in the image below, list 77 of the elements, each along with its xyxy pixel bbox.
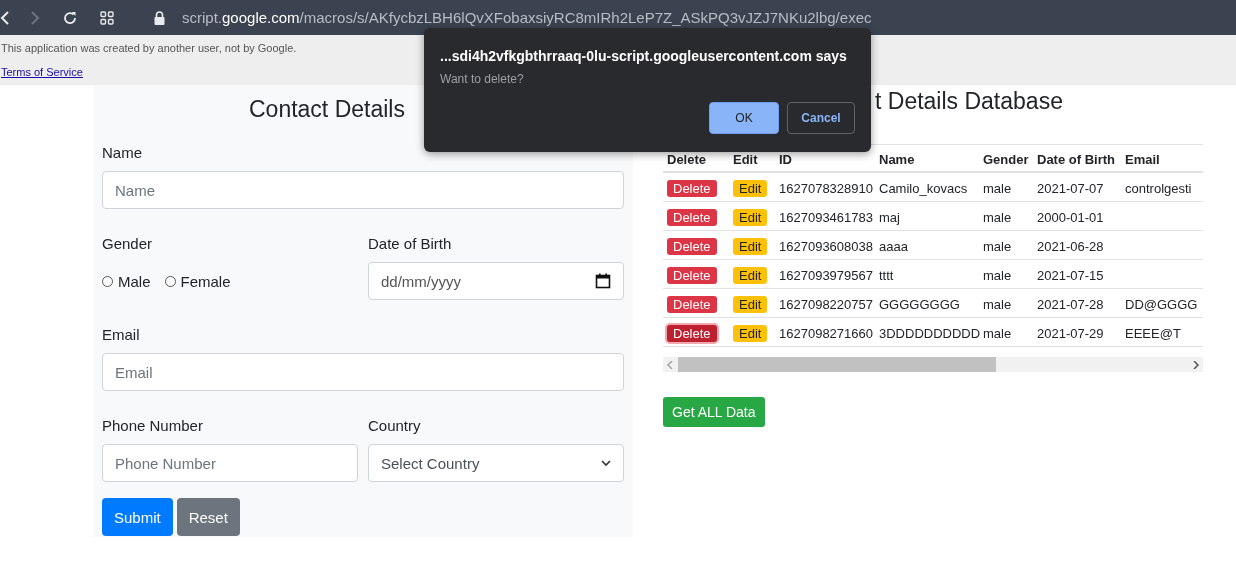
- field-label: Email: [102, 326, 141, 343]
- edit-button[interactable]: Edit: [733, 324, 768, 342]
- table-cell: 2021-07-29: [1037, 325, 1104, 341]
- table-cell: male: [983, 180, 1012, 196]
- table-cell: EEEE@T: [1125, 325, 1181, 341]
- field-label: Date of Birth: [368, 235, 453, 252]
- table-cell: male: [983, 325, 1012, 341]
- edit-button[interactable]: Edit: [733, 266, 768, 284]
- delete-button[interactable]: Delete: [667, 266, 717, 284]
- apps-grid-icon[interactable]: [100, 10, 114, 25]
- table-cell: male: [983, 238, 1012, 254]
- table-cell: 3DDDDDDDDDD: [879, 325, 981, 341]
- delete-button[interactable]: Delete: [667, 179, 717, 197]
- phone-field[interactable]: Phone Number: [102, 444, 358, 482]
- field-label: Gender: [102, 235, 154, 252]
- calendar-icon[interactable]: [595, 273, 611, 289]
- ok-button[interactable]: OK: [709, 102, 779, 134]
- edit-button[interactable]: Edit: [733, 179, 768, 197]
- dialog-title: ...sdi4h2vfkgbthrraaq-0lu-script.googleusercontent.com says: [440, 48, 848, 64]
- table-cell: tttt: [879, 267, 894, 283]
- reload-icon[interactable]: [62, 9, 78, 26]
- delete-button[interactable]: Delete: [667, 295, 717, 313]
- table-cell: aaaa: [879, 238, 908, 254]
- table-cell: 2000-01-01: [1037, 209, 1104, 225]
- table-cell: 1627078328910: [779, 180, 873, 196]
- table-cell: 2021-06-28: [1037, 238, 1104, 254]
- table-cell: GGGGGGGG: [879, 296, 960, 312]
- table-cell: male: [983, 296, 1012, 312]
- scrollbar-thumb[interactable]: [678, 357, 996, 372]
- table-cell: 2021-07-28: [1037, 296, 1104, 312]
- column-header: Email: [1121, 145, 1203, 172]
- table-cell: 2021-07-07: [1037, 180, 1104, 196]
- submit-button[interactable]: Submit: [102, 498, 173, 536]
- table-cell: maj: [879, 209, 900, 225]
- cancel-button[interactable]: Cancel: [787, 102, 855, 134]
- country-select[interactable]: Select Country: [368, 444, 624, 482]
- delete-button[interactable]: Delete: [667, 324, 717, 342]
- terms-link[interactable]: Terms of Service: [1, 66, 83, 78]
- table-cell: 1627098271660: [779, 325, 873, 341]
- radio-label: Female: [180, 272, 231, 290]
- scroll-right-icon[interactable]: [1193, 360, 1199, 369]
- column-header: Date of Birth: [1033, 145, 1121, 172]
- table-cell: 1627093979567: [779, 267, 873, 283]
- edit-button[interactable]: Edit: [733, 237, 768, 255]
- back-icon[interactable]: [0, 9, 10, 26]
- date-field[interactable]: dd/mm/yyyy: [368, 262, 624, 300]
- radio-label: Male: [118, 272, 151, 290]
- field-label: Name: [102, 144, 143, 161]
- database-heading: t Details Database: [875, 88, 1063, 116]
- notice-text: This application was created by another user, not by Google.: [1, 42, 298, 54]
- table-cell: 1627093608038: [779, 238, 873, 254]
- horizontal-scrollbar[interactable]: [663, 357, 1203, 372]
- dialog-message: Want to delete?: [440, 72, 525, 86]
- table-cell: 1627093461783: [779, 209, 873, 225]
- field-label: Phone Number: [102, 417, 204, 434]
- radio-button[interactable]: [102, 275, 113, 287]
- table-cell: male: [983, 209, 1012, 225]
- delete-button[interactable]: Delete: [667, 237, 717, 255]
- lock-icon: [154, 10, 165, 25]
- field-label: Country: [368, 417, 422, 434]
- table-cell: 1627098220757: [779, 296, 873, 312]
- table-cell: 2021-07-15: [1037, 267, 1104, 283]
- table-cell: male: [983, 267, 1012, 283]
- edit-button[interactable]: Edit: [733, 295, 768, 313]
- form-heading: Contact Details: [248, 96, 406, 124]
- edit-button[interactable]: Edit: [733, 208, 768, 226]
- name-field[interactable]: Name: [102, 171, 624, 209]
- reset-button[interactable]: Reset: [176, 498, 240, 536]
- table-cell: Camilo_kovacs: [879, 180, 968, 196]
- table-cell: DD@GGGG: [1125, 296, 1198, 312]
- column-header: Gender: [979, 145, 1033, 172]
- radio-button[interactable]: [164, 275, 176, 287]
- chevron-down-icon: [601, 459, 611, 467]
- table-cell: controlgesti: [1125, 180, 1192, 196]
- delete-button[interactable]: Delete: [667, 208, 717, 226]
- email-field[interactable]: Email: [102, 353, 624, 391]
- column-header: Name: [875, 145, 979, 172]
